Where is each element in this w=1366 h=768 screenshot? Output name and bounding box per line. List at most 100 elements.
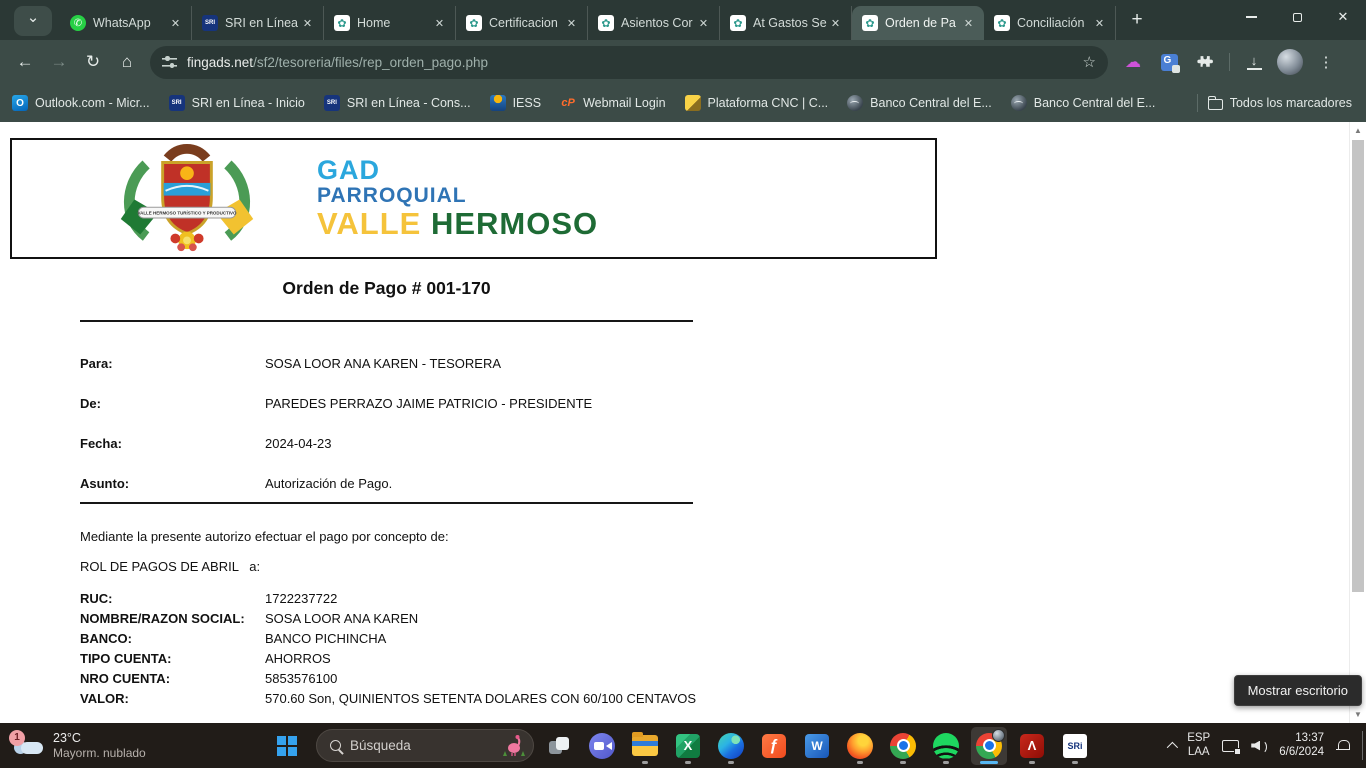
tab-close-icon[interactable] xyxy=(960,15,977,32)
bookmark-sri-en-l-nea-cons[interactable]: SRI en Línea - Cons... xyxy=(324,95,471,111)
memo-label: Fecha: xyxy=(80,436,265,451)
taskbar-excel[interactable] xyxy=(670,727,706,765)
outlook-favicon-icon xyxy=(12,95,28,111)
divider xyxy=(80,502,693,504)
new-tab-button[interactable] xyxy=(1122,5,1152,35)
running-indicator xyxy=(685,761,691,764)
taskbar-chat[interactable] xyxy=(584,727,620,765)
detail-value: AHORROS xyxy=(265,651,331,666)
browser-toolbar: ← → ↻ ⌂ fingads.net/sf2/tesoreria/files/… xyxy=(0,40,1366,84)
bookmark-star-icon[interactable] xyxy=(1083,53,1096,71)
language-indicator[interactable]: ESP LAA xyxy=(1187,732,1210,759)
tab-title: At Gastos Se xyxy=(753,16,827,30)
downloads-button[interactable] xyxy=(1239,47,1269,77)
tab-orden-de-pa[interactable]: Orden de Pa xyxy=(852,6,984,40)
taskbar-search[interactable]: Búsqueda xyxy=(316,729,534,762)
tab-search-button[interactable] xyxy=(14,6,52,36)
extensions-puzzle-button[interactable] xyxy=(1190,47,1220,77)
tab-home[interactable]: Home xyxy=(324,6,456,40)
tab-close-icon[interactable] xyxy=(695,15,712,32)
tab-certificacion[interactable]: Certificacion xyxy=(456,6,588,40)
taskbar-word[interactable] xyxy=(799,727,835,765)
tab-close-icon[interactable] xyxy=(827,15,844,32)
taskbar-acrobat[interactable] xyxy=(1014,727,1050,765)
taskbar-spotify[interactable] xyxy=(928,727,964,765)
detail-row-tipo-cuenta: TIPO CUENTA:AHORROS xyxy=(80,651,900,666)
address-bar[interactable]: fingads.net/sf2/tesoreria/files/rep_orde… xyxy=(150,46,1108,79)
tab-sri-en-l-nea[interactable]: SRI en Línea xyxy=(192,6,324,40)
taskbar-foxit[interactable] xyxy=(756,727,792,765)
scrollbar-thumb[interactable] xyxy=(1352,140,1364,592)
tab-close-icon[interactable] xyxy=(431,15,448,32)
show-desktop-button[interactable] xyxy=(1362,731,1363,760)
taskbar-sri[interactable] xyxy=(1057,727,1093,765)
close-button[interactable]: ✕ xyxy=(1320,0,1366,34)
weather-widget[interactable]: 1 23°C Mayorm. nublado xyxy=(12,723,146,768)
word-icon xyxy=(805,734,829,758)
language-bottom: LAA xyxy=(1187,746,1210,760)
tab-close-icon[interactable] xyxy=(167,15,184,32)
tab-title: WhatsApp xyxy=(93,16,167,30)
cloud-extension-icon[interactable] xyxy=(1118,47,1148,77)
bookmark-iess[interactable]: IESS xyxy=(490,95,542,111)
tab-at-gastos-se[interactable]: At Gastos Se xyxy=(720,6,852,40)
tab-close-icon[interactable] xyxy=(563,15,580,32)
search-placeholder: Búsqueda xyxy=(350,738,492,753)
bookmark-outlook-com-micr[interactable]: Outlook.com - Micr... xyxy=(12,95,150,111)
bookmark-plataforma-cnc-c[interactable]: Plataforma CNC | C... xyxy=(685,95,829,111)
file-explorer-icon xyxy=(632,735,658,756)
forward-button[interactable]: → xyxy=(42,45,76,79)
notification-badge: 1 xyxy=(9,730,25,746)
back-button[interactable]: ← xyxy=(8,45,42,79)
weather-text: 23°C Mayorm. nublado xyxy=(53,731,146,761)
start-squares xyxy=(277,736,286,745)
detail-row-valor: VALOR:570.60 Son, QUINIENTOS SETENTA DOL… xyxy=(80,691,900,706)
home-button[interactable]: ⌂ xyxy=(110,45,144,79)
bookmark-webmail-login[interactable]: Webmail Login xyxy=(560,95,665,111)
taskbar-firefox[interactable] xyxy=(842,727,878,765)
clock[interactable]: 13:37 6/6/2024 xyxy=(1279,732,1324,759)
detail-value: 1722237722 xyxy=(265,591,337,606)
bookmark-banco-central-del-e[interactable]: Banco Central del E... xyxy=(1011,95,1156,111)
browser-menu-button[interactable] xyxy=(1311,47,1341,77)
tab-asientos-cor[interactable]: Asientos Cor xyxy=(588,6,720,40)
sri-favicon-icon xyxy=(169,95,185,111)
notifications-bell-icon[interactable] xyxy=(1336,739,1350,753)
taskbar-file-explorer[interactable] xyxy=(627,727,663,765)
bookmark-sri-en-l-nea-inicio[interactable]: SRI en Línea - Inicio xyxy=(169,95,305,111)
taskbar: 1 23°C Mayorm. nublado Búsqueda xyxy=(0,723,1366,768)
chrome-icon xyxy=(890,733,916,759)
page-title: Orden de Pago # 001-170 xyxy=(80,278,693,299)
page-scrollbar[interactable]: ▲ ▼ xyxy=(1349,122,1366,723)
profile-button[interactable] xyxy=(1275,47,1305,77)
tab-close-icon[interactable] xyxy=(1091,15,1108,32)
memo-value: PAREDES PERRAZO JAIME PATRICIO - PRESIDE… xyxy=(265,396,592,411)
all-bookmarks-button[interactable]: Todos los marcadores xyxy=(1208,96,1352,110)
minimize-button[interactable] xyxy=(1228,0,1274,34)
restore-button[interactable] xyxy=(1274,0,1320,34)
start-button[interactable] xyxy=(273,727,309,765)
taskbar-task-view[interactable] xyxy=(541,727,577,765)
reload-button[interactable]: ↻ xyxy=(76,45,110,79)
tab-close-icon[interactable] xyxy=(299,15,316,32)
volume-icon[interactable] xyxy=(1251,739,1267,753)
bookmark-label: IESS xyxy=(513,96,542,110)
weather-cloud-icon: 1 xyxy=(12,736,44,756)
network-icon[interactable] xyxy=(1222,740,1239,752)
scroll-up-arrow[interactable]: ▲ xyxy=(1350,122,1366,139)
memo-label: Asunto: xyxy=(80,476,265,491)
running-indicator xyxy=(1029,761,1035,764)
concept-text: ROL DE PAGOS DE ABRIL a: xyxy=(80,559,260,574)
tab-whatsapp[interactable]: WhatsApp xyxy=(60,6,192,40)
taskbar-edge[interactable] xyxy=(713,727,749,765)
taskbar-chrome-2[interactable] xyxy=(971,727,1007,765)
bookmark-banco-central-del-e[interactable]: Banco Central del E... xyxy=(847,95,992,111)
tray-chevron-up-icon[interactable] xyxy=(1167,741,1178,752)
logo-line-valle-hermoso: VALLE HERMOSO xyxy=(317,207,598,241)
tab-conciliaci-n[interactable]: Conciliación xyxy=(984,6,1116,40)
site-settings-icon[interactable] xyxy=(162,56,177,68)
taskbar-chrome[interactable] xyxy=(885,727,921,765)
translate-extension-icon[interactable] xyxy=(1154,47,1184,77)
scroll-down-arrow[interactable]: ▼ xyxy=(1350,706,1366,723)
logo-hermoso: HERMOSO xyxy=(431,206,598,241)
